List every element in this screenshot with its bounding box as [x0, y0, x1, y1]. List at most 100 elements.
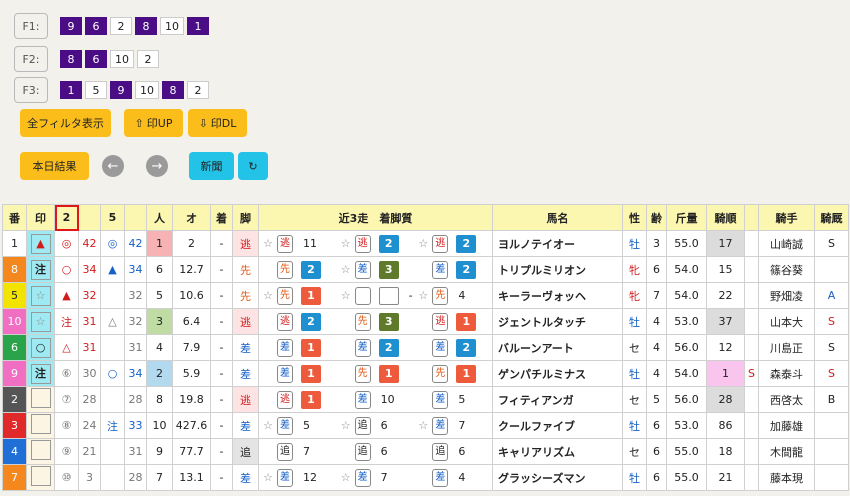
horse-number: 7	[2, 464, 27, 491]
filter-chip[interactable]: 10	[135, 81, 159, 99]
table-row[interactable]: 5 ☆ ▲ 32 32 5 10.6- 先 ☆ 先 1 ☆ - ☆ 先 4 キーラーヴォッヘ牝 7 54.0 22 野…	[2, 282, 849, 309]
race-result: 逃2	[260, 312, 337, 331]
filter-chip[interactable]: 8	[60, 50, 82, 68]
col-age-header[interactable]: 齢	[646, 204, 667, 231]
horse-name[interactable]: フィティアンガ	[492, 386, 623, 413]
refresh-button[interactable]: ↻	[238, 152, 268, 180]
leg-badge: 逃	[432, 312, 449, 331]
horse-name[interactable]: ゲンパチルミナス	[492, 360, 623, 387]
leg-badge: 差	[354, 468, 371, 487]
filter-chip[interactable]: 10	[160, 17, 184, 35]
mark-cell[interactable]	[26, 438, 55, 465]
mark-box[interactable]	[30, 440, 51, 460]
newspaper-button[interactable]: 新聞	[189, 152, 234, 180]
mark-box[interactable]	[30, 466, 51, 486]
col-jockey-rank-header[interactable]: 騎順	[706, 204, 745, 231]
horse-name[interactable]: バルーンアート	[492, 334, 623, 361]
today-results-button[interactable]: 本日結果	[20, 152, 89, 180]
finish-text: 4	[458, 289, 466, 302]
col-jockey-header[interactable]: 騎手	[758, 204, 815, 231]
filter-chip[interactable]: 9	[110, 81, 132, 99]
mark-cell[interactable]: ○	[26, 334, 55, 361]
col-blank-1-header[interactable]	[78, 204, 101, 231]
mark-cell[interactable]: 注	[26, 360, 55, 387]
filter-chip[interactable]: 6	[85, 50, 107, 68]
col-score-2-header[interactable]: 2	[54, 204, 79, 231]
stable: S	[814, 360, 849, 387]
col-mark-header[interactable]: 印	[26, 204, 55, 231]
horse-name[interactable]: キャリアリズム	[492, 438, 623, 465]
col-number-header[interactable]: 番	[2, 204, 27, 231]
mark-box[interactable]	[30, 414, 51, 434]
horse-name[interactable]: ヨルノテイオー	[492, 230, 623, 257]
age: 6	[646, 464, 667, 491]
table-row[interactable]: 1 ▲ ◎ 42 ◎ 42 1 2- 逃 ☆ 逃 11 ☆ 逃 2 ☆ 逃 2 ヨルノテイオー牡 3 55.0 17 山崎誠…	[2, 230, 849, 257]
col-popularity-header[interactable]: 人	[146, 204, 173, 231]
horse-name[interactable]: クールファイブ	[492, 412, 623, 439]
table-row[interactable]: 7 ⑩ 3 28 7 13.1- 差 ☆ 差 12 ☆ 差 7 差 4 グラッシーズマン牡 6 55.0 21 藤本現	[2, 464, 849, 491]
show-all-filters-button[interactable]: 全フィルタ表示	[20, 109, 111, 137]
mark-box[interactable]: 注	[30, 259, 51, 280]
mark-cell[interactable]: 注	[26, 256, 55, 283]
filter-chip[interactable]: 6	[85, 17, 107, 35]
mark-box[interactable]	[30, 388, 51, 408]
col-weight-header[interactable]: 斤量	[666, 204, 707, 231]
col-stable-header[interactable]: 騎厩	[814, 204, 849, 231]
filter-chip[interactable]: 5	[85, 81, 107, 99]
score-5-symbol: ○	[100, 360, 125, 387]
next-arrow-icon[interactable]: →	[146, 155, 168, 177]
leg-badge: 先	[277, 260, 293, 279]
table-row[interactable]: 8 注 ○ 34 ▲ 34 6 12.7- 先先 2 ☆ 差 3 差 2 トリプルミリオン牝 6 54.0 15 篠谷…	[2, 256, 849, 283]
filter-button-f3[interactable]: F3:	[14, 77, 48, 103]
weight: 54.0	[666, 282, 707, 309]
col-last3-header[interactable]: 近3走 着脚質	[258, 204, 493, 231]
prev-arrow-icon[interactable]: ←	[102, 155, 124, 177]
finish-square: 2	[456, 338, 477, 357]
mark-box[interactable]: 注	[30, 363, 51, 384]
mark-cell[interactable]	[26, 412, 55, 439]
horse-name[interactable]: グラッシーズマン	[492, 464, 623, 491]
col-score-5-header[interactable]: 5	[100, 204, 125, 231]
col-finish-header[interactable]: 着	[210, 204, 233, 231]
mark-upload-button[interactable]: ⇧ 印UP	[124, 109, 183, 137]
leg-type: 逃	[232, 308, 259, 335]
horse-name[interactable]: ジェントルタッチ	[492, 308, 623, 335]
mark-cell[interactable]: ▲	[26, 230, 55, 257]
table-row[interactable]: 10 ☆ 注 31 △ 32 3 6.4- 逃逃 2 先 3 逃 1 ジェントルタッチ牡 4 53.0 37 山本大…	[2, 308, 849, 335]
col-sex-header[interactable]: 性	[622, 204, 647, 231]
table-row[interactable]: 6 ○ △ 31 31 4 7.9- 差差 1 差 2 差 2 バルーンアートセ 4 56.0 12 川島正 S	[2, 334, 849, 361]
col-blank-3-header[interactable]	[744, 204, 759, 231]
col-leg-header[interactable]: 脚	[232, 204, 259, 231]
filter-button-f1[interactable]: F1:	[14, 13, 48, 39]
race-result: ☆ 追 6	[337, 416, 415, 435]
horse-name[interactable]: トリプルミリオン	[492, 256, 623, 283]
filter-chip[interactable]: 1	[187, 17, 209, 35]
filter-chip[interactable]: 2	[110, 17, 132, 35]
table-row[interactable]: 4 ⑨ 21 31 9 77.7- 追追 7 追 6 追 6 キャリアリズムセ 6 55.0 18 木間龍	[2, 438, 849, 465]
filter-chip[interactable]: 8	[135, 17, 157, 35]
race-result: ☆ 逃 11	[260, 234, 337, 253]
table-row[interactable]: 2 ⑦ 28 28 8 19.8- 逃逃 1 差 10 差 5 フィティアンガセ 5 56.0 28 西啓太 B	[2, 386, 849, 413]
mark-cell[interactable]	[26, 464, 55, 491]
filter-chip[interactable]: 8	[162, 81, 184, 99]
mark-box[interactable]: ☆	[30, 285, 51, 306]
filter-chip[interactable]: 2	[137, 50, 159, 68]
mark-cell[interactable]: ☆	[26, 282, 55, 309]
mark-box[interactable]: ○	[30, 337, 51, 358]
filter-chip[interactable]: 1	[60, 81, 82, 99]
filter-chip[interactable]: 9	[60, 17, 82, 35]
mark-box[interactable]: ▲	[30, 233, 51, 254]
mark-cell[interactable]: ☆	[26, 308, 55, 335]
horse-name[interactable]: キーラーヴォッヘ	[492, 282, 623, 309]
col-blank-2-header[interactable]	[124, 204, 147, 231]
col-odds-header[interactable]: オ	[172, 204, 211, 231]
mark-box[interactable]: ☆	[30, 311, 51, 332]
filter-chip[interactable]: 2	[187, 81, 209, 99]
filter-chip[interactable]: 10	[110, 50, 134, 68]
mark-cell[interactable]	[26, 386, 55, 413]
col-horse-name-header[interactable]: 馬名	[492, 204, 623, 231]
filter-button-f2[interactable]: F2:	[14, 46, 48, 72]
mark-download-button[interactable]: ⇩ 印DL	[188, 109, 247, 137]
table-row[interactable]: 3 ⑧ 24 注 33 10 427.6- 差 ☆ 差 5 ☆ 追 6 ☆ 差 7 クールファイブ牡 6 53.0 86…	[2, 412, 849, 439]
table-row[interactable]: 9 注 ⑥ 30 ○ 34 2 5.9- 差差 1 先 1 先 1 ゲンパチルミナス牡 4 54.0 1 S 森泰斗 S	[2, 360, 849, 387]
